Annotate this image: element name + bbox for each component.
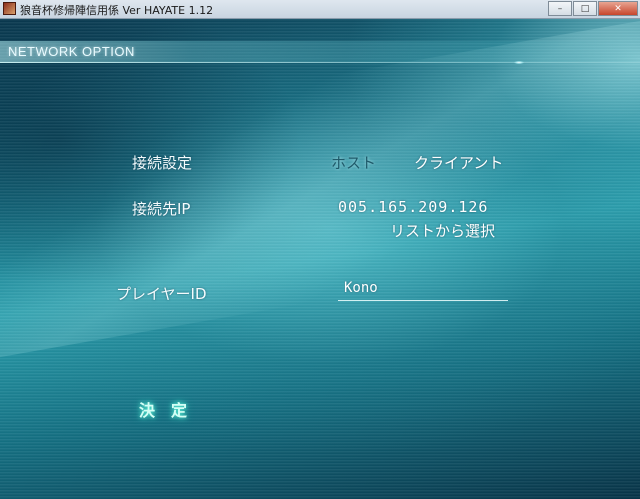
header-divider bbox=[0, 62, 640, 63]
target-ip-value[interactable]: 005.165.209.126 bbox=[338, 198, 488, 216]
window-title: 狼音杯修帰陣信用係 Ver HAYATE 1.12 bbox=[20, 4, 214, 17]
target-ip-label: 接続先IP bbox=[132, 200, 191, 218]
player-id-label: プレイヤーID bbox=[116, 285, 207, 303]
game-window: 狼音杯修帰陣信用係 Ver HAYATE 1.12 – □ ✕ NETWORK … bbox=[0, 0, 640, 499]
select-from-list-button[interactable]: リストから選択 bbox=[390, 220, 495, 241]
title-bar[interactable]: 狼音杯修帰陣信用係 Ver HAYATE 1.12 – □ ✕ bbox=[0, 0, 640, 19]
sparkle-decoration bbox=[514, 61, 524, 64]
screen-title: NETWORK OPTION bbox=[8, 44, 135, 59]
network-option-screen: NETWORK OPTION 接続設定 ホスト クライアント 接続先IP 005… bbox=[0, 19, 640, 499]
host-option[interactable]: ホスト bbox=[331, 152, 376, 173]
player-id-input[interactable] bbox=[338, 276, 508, 300]
connection-setting-label: 接続設定 bbox=[132, 154, 193, 172]
client-option[interactable]: クライアント bbox=[414, 152, 503, 173]
close-button[interactable]: ✕ bbox=[598, 1, 638, 16]
app-icon bbox=[3, 2, 16, 15]
maximize-button[interactable]: □ bbox=[573, 1, 597, 16]
confirm-button[interactable]: 決定 bbox=[139, 397, 203, 421]
window-controls: – □ ✕ bbox=[547, 1, 638, 17]
minimize-button[interactable]: – bbox=[548, 1, 572, 16]
player-id-field[interactable] bbox=[338, 276, 508, 301]
